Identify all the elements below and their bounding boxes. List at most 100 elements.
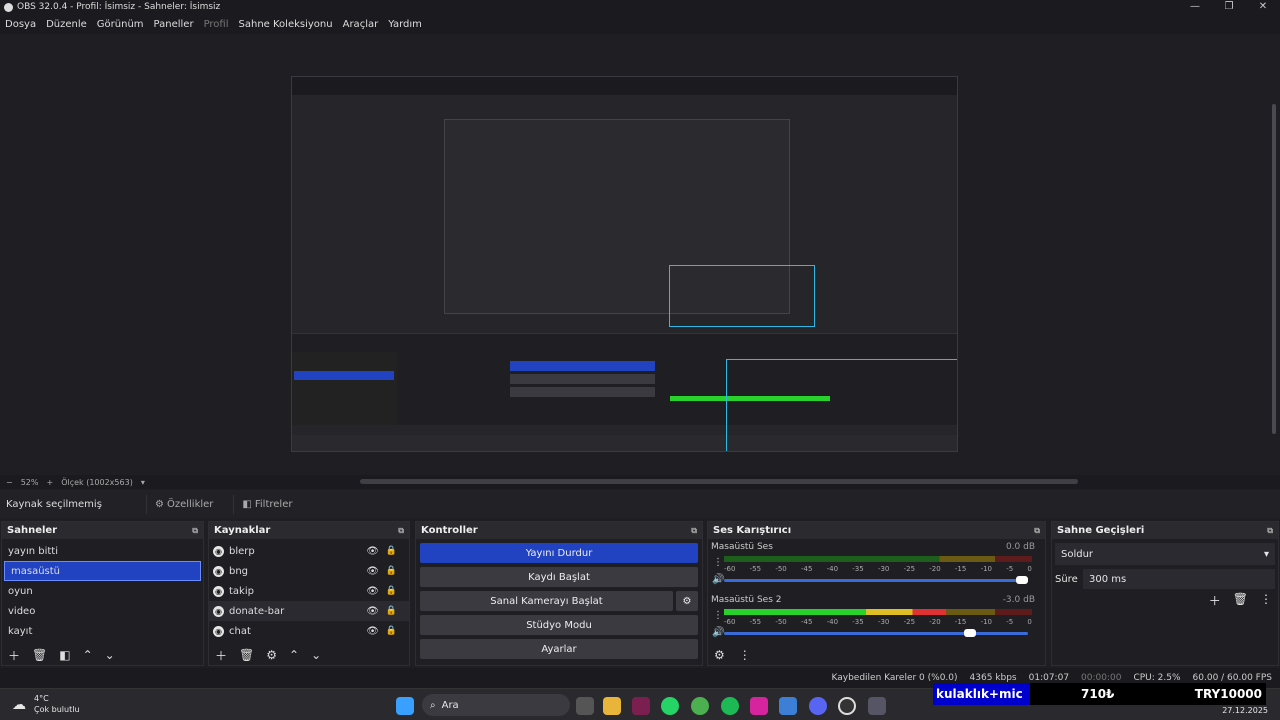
controls-dock: Kontroller ⧉ Yayını Durdur Kaydı Başlat S… [415,521,703,666]
network-app-icon[interactable] [779,697,797,715]
undock-icon[interactable]: ⧉ [192,526,198,536]
source-item-hover[interactable]: ◉ donate-bar 👁 🔒 [209,601,409,621]
undock-icon[interactable]: ⧉ [1034,526,1040,536]
visibility-eye-icon[interactable]: 👁 [366,566,379,577]
undock-icon[interactable]: ⧉ [398,526,404,536]
volume-slider[interactable] [724,629,1028,637]
undock-icon[interactable]: ⧉ [691,526,697,536]
menu-view[interactable]: Görünüm [97,19,144,30]
scale-dropdown-icon[interactable]: ▾ [141,478,145,487]
remove-scene-icon[interactable]: 🗑 [32,648,47,662]
search-box[interactable]: ⌕ Ara [422,694,570,716]
menu-help[interactable]: Yardım [388,19,422,30]
lock-icon[interactable]: 🔒 [386,586,397,596]
source-settings-icon[interactable]: ⚙ [266,648,277,662]
meter-tick-label: -15 [954,618,967,626]
volume-knob[interactable] [964,629,977,637]
spotify-icon[interactable] [721,697,739,715]
more-options-icon[interactable]: ⋮ [713,610,723,621]
add-source-button[interactable]: ＋ [215,647,227,664]
menu-edit[interactable]: Düzenle [46,19,87,30]
whatsapp-icon[interactable] [661,697,679,715]
move-down-icon[interactable]: ⌄ [105,648,115,662]
advanced-audio-icon[interactable]: ⚙ [714,648,725,662]
meter-tick-label: -15 [954,565,967,573]
gear-icon: ⚙ [155,498,164,510]
settings-button[interactable]: Ayarlar [420,639,698,659]
scene-item[interactable]: video [2,601,203,621]
windows-start-icon[interactable] [396,697,414,715]
meter-tick-label: -40 [826,618,839,626]
menu-profile[interactable]: Profil [204,19,229,30]
close-button[interactable]: ✕ [1246,0,1280,14]
move-down-icon[interactable]: ⌄ [311,648,321,662]
volume-knob[interactable] [1016,576,1028,584]
menu-tools[interactable]: Araçlar [343,19,379,30]
speaker-icon[interactable]: 🔊 [712,627,724,638]
add-scene-button[interactable]: ＋ [8,647,20,664]
scene-filters-icon[interactable]: ◧ [59,648,70,662]
mixer-menu-icon[interactable]: ⋮ [739,648,751,662]
lock-icon[interactable]: 🔒 [386,606,397,616]
move-up-icon[interactable]: ⌃ [83,648,93,662]
stop-streaming-button[interactable]: Yayını Durdur [420,543,698,563]
remove-transition-icon[interactable]: 🗑 [1233,592,1248,609]
scene-item[interactable]: oyun [2,581,203,601]
scene-item[interactable]: yayın bitti [2,541,203,561]
obs-logo-icon [4,2,13,12]
filters-button[interactable]: ◧ Filtreler [233,494,300,514]
source-item[interactable]: ◉ chat 👁 🔒 [209,621,409,641]
zoom-in-button[interactable]: + [46,478,53,487]
menu-docks[interactable]: Paneller [154,19,194,30]
menu-file[interactable]: Dosya [5,19,36,30]
volume-slider[interactable] [724,576,1028,584]
lock-icon[interactable]: 🔒 [386,546,397,556]
preview-vertical-scrollbar[interactable] [1270,34,1280,475]
chrome-icon[interactable] [691,697,709,715]
source-label: chat [229,625,251,637]
undock-icon[interactable]: ⧉ [1267,526,1273,536]
lock-icon[interactable]: 🔒 [386,566,397,576]
settings-taskbar-icon[interactable] [868,697,886,715]
source-item[interactable]: ◉ blerp 👁 🔒 [209,541,409,561]
meter-tick-label: -55 [749,618,762,626]
source-item[interactable]: ◉ bng 👁 🔒 [209,561,409,581]
task-view-icon[interactable] [576,697,594,715]
more-options-icon[interactable]: ⋮ [713,557,723,568]
file-explorer-icon[interactable] [603,697,621,715]
zoom-out-button[interactable]: − [6,478,13,487]
duration-label: Süre [1055,573,1078,585]
studio-mode-button[interactable]: Stüdyo Modu [420,615,698,635]
scene-item[interactable]: kayıt [2,621,203,641]
start-virtual-camera-button[interactable]: Sanal Kamerayı Başlat [420,591,673,611]
preview-horizontal-scrollbar[interactable] [360,479,1078,484]
minimize-button[interactable]: — [1178,0,1212,14]
scene-item-active[interactable]: masaüstü [4,561,201,581]
visibility-eye-icon[interactable]: 👁 [366,546,379,557]
instagram-icon[interactable] [750,697,768,715]
start-recording-button[interactable]: Kaydı Başlat [420,567,698,587]
move-up-icon[interactable]: ⌃ [289,648,299,662]
recording-time: 00:00:00 [1081,673,1122,683]
virtual-camera-settings-icon[interactable]: ⚙ [676,591,698,611]
maximize-button[interactable]: ❐ [1212,0,1246,14]
remove-source-icon[interactable]: 🗑 [239,648,254,662]
mixer-channel: Masaüstü Ses 0.0 dB ⋮ -60 -55 -50 -45 -40 -35… [708,539,1045,592]
add-transition-button[interactable]: ＋ [1209,592,1221,609]
discord-icon[interactable] [809,697,827,715]
source-item[interactable]: ◉ takip 👁 🔒 [209,581,409,601]
properties-button[interactable]: ⚙ Özellikler [146,494,221,514]
menu-scene-collection[interactable]: Sahne Koleksiyonu [239,19,333,30]
lock-icon[interactable]: 🔒 [386,626,397,636]
transition-select[interactable]: Soldur ▾ [1055,543,1275,565]
speaker-icon[interactable]: 🔊 [712,574,724,585]
dropped-frames: Kaybedilen Kareler 0 (%0.0) [831,673,958,683]
duration-input[interactable]: 300 ms [1083,569,1275,589]
app-icon[interactable] [632,697,650,715]
visibility-eye-icon[interactable]: 👁 [366,606,379,617]
obs-taskbar-icon[interactable] [838,697,856,715]
source-toolbar: Kaynak seçilmemiş ⚙ Özellikler ◧ Filtreler [0,490,1280,518]
visibility-eye-icon[interactable]: 👁 [366,626,379,637]
visibility-eye-icon[interactable]: 👁 [366,586,379,597]
transition-menu-icon[interactable]: ⋮ [1260,592,1272,609]
